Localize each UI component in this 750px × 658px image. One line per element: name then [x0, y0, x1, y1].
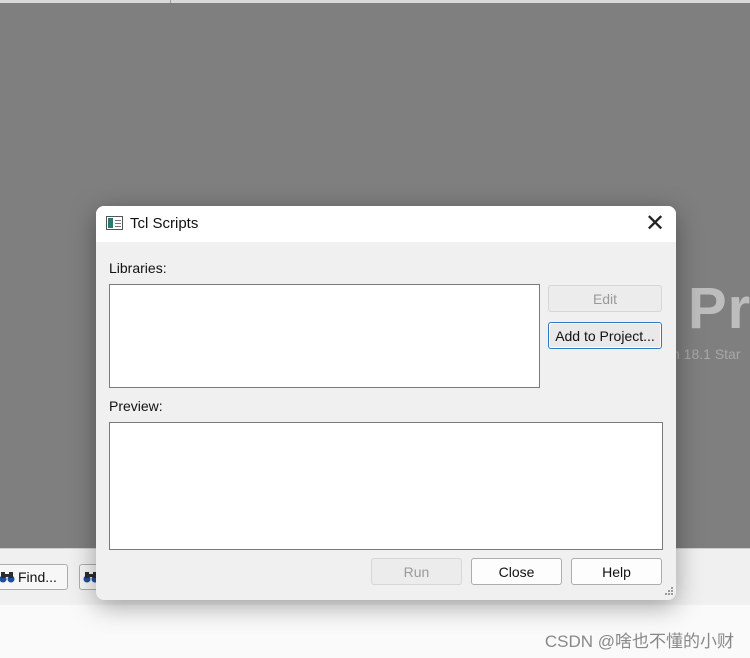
- libraries-label: Libraries:: [109, 260, 167, 276]
- add-to-project-button[interactable]: Add to Project...: [548, 322, 662, 349]
- resize-grip-icon[interactable]: [662, 586, 674, 598]
- preview-pane[interactable]: [109, 422, 663, 550]
- help-button[interactable]: Help: [571, 558, 662, 585]
- run-button[interactable]: Run: [371, 558, 462, 585]
- dialog-titlebar[interactable]: Tcl Scripts ✕: [96, 206, 676, 242]
- preview-label: Preview:: [109, 398, 163, 414]
- splash-title: Pr: [688, 276, 750, 341]
- window-icon: [106, 216, 123, 230]
- close-button[interactable]: Close: [471, 558, 562, 585]
- dialog-title: Tcl Scripts: [130, 215, 199, 232]
- watermark: CSDN @啥也不懂的小财: [544, 632, 734, 651]
- find-button-label: Find...: [18, 569, 57, 585]
- close-icon[interactable]: ✕: [642, 209, 668, 239]
- binoculars-icon: [0, 572, 15, 583]
- tcl-scripts-dialog: Tcl Scripts ✕ Libraries: Edit Add to Pro…: [96, 206, 676, 600]
- edit-button[interactable]: Edit: [548, 285, 662, 312]
- splash-subtitle: n 18.1 Star: [672, 346, 741, 362]
- libraries-list[interactable]: [109, 284, 540, 388]
- find-button[interactable]: Find...: [0, 564, 68, 590]
